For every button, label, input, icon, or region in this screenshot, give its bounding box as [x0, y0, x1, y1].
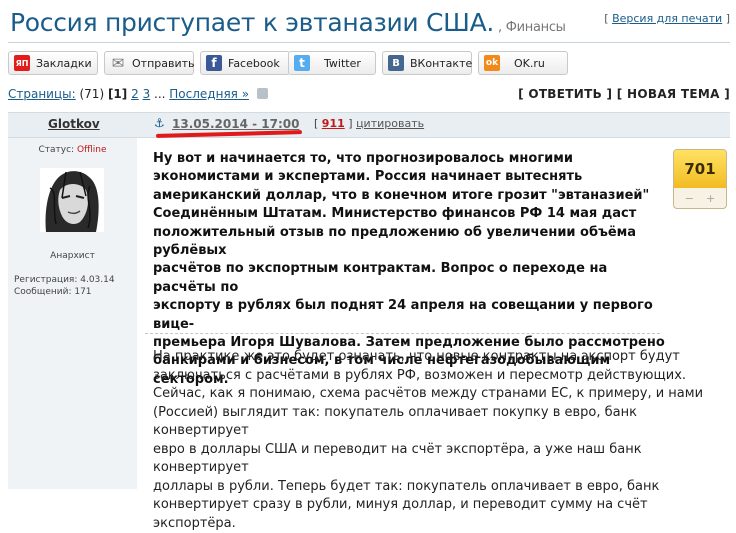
page-header: Россия приступает к эвтаназии США., Фина… [8, 2, 730, 42]
current-page: [1] [107, 87, 128, 101]
odnoklassniki-icon: ok [484, 55, 500, 71]
topic-title: Россия приступает к эвтаназии США. [10, 8, 495, 37]
author-sidebar: Статус: Offline Анархист Регистрация: 4.… [8, 138, 137, 489]
print-version: [ Версия для печати ] [604, 12, 730, 25]
post-line: (Россией) выглядит так: покупатель оплач… [153, 404, 637, 439]
post-line: экономистами и экспертами. Россия начина… [153, 169, 583, 185]
post-number-link[interactable]: 911 [322, 117, 345, 130]
post-author[interactable]: Glotkov [48, 117, 100, 131]
last-page-link[interactable]: Последняя » [169, 87, 249, 101]
reply-button[interactable]: [ ОТВЕТИТЬ ] [518, 87, 612, 101]
author-messages: Сообщений: 171 [14, 287, 92, 297]
post-line: доллары в рубли. Теперь будет так: покуп… [153, 478, 660, 494]
twitter-button[interactable]: t Twitter [288, 51, 376, 75]
post-line: Ну вот и начинается то, что прогнозирова… [153, 151, 573, 166]
status-value: Offline [76, 145, 107, 155]
post-divider [145, 333, 660, 334]
pages-count: (71) [75, 87, 108, 101]
new-topic-button[interactable]: [ НОВАЯ ТЕМА ] [617, 87, 730, 101]
post-line: заключаться с расчётами в рублях РФ, воз… [153, 367, 687, 383]
topic-actions: [ ОТВЕТИТЬ ] [ НОВАЯ ТЕМА ] [518, 87, 730, 101]
post-links: [ 911 ] цитировать [314, 117, 424, 130]
facebook-icon: f [206, 55, 222, 71]
author-rank: Анархист [50, 251, 95, 261]
post-paragraph: На практике же это будет означать, что н… [153, 348, 721, 533]
vkontakte-label: ВКонтакте [410, 56, 473, 70]
rating-controls: − + [674, 188, 726, 208]
post-line: американский доллар, что в конечном итог… [153, 187, 650, 203]
bookmarks-label: Закладки [36, 56, 92, 70]
author-registration: Регистрация: 4.03.14 [14, 275, 115, 285]
post-line: расчётов по экспортным контрактам. Вопро… [153, 261, 608, 295]
rating-value: 701 [674, 150, 726, 188]
status-label: Статус: [38, 145, 77, 155]
mail-icon: ✉ [111, 54, 125, 72]
pages-ellipsis: ... [150, 87, 170, 101]
vkontakte-icon: В [388, 55, 404, 71]
post-rating: 701 − + [673, 149, 727, 209]
page-2-link[interactable]: 2 [131, 87, 139, 101]
topic-category: , Финансы [498, 20, 566, 35]
post-header: Glotkov ⚓ 13.05.2014 - 17:00 [ 911 ] цит… [8, 112, 730, 138]
facebook-label: Facebook [228, 56, 280, 70]
red-underline-annotation [155, 130, 303, 138]
bookmarks-button[interactable]: ЯП Закладки [8, 51, 98, 75]
print-version-link[interactable]: Версия для печати [612, 12, 722, 25]
post-line: На практике же это будет означать, что н… [153, 349, 680, 364]
pagination-bar: Страницы: (71) [1] 2 3 ... Последняя » [… [8, 87, 730, 105]
anchor-icon[interactable]: ⚓ [154, 116, 165, 130]
pagination: Страницы: (71) [1] 2 3 ... Последняя » [8, 87, 268, 101]
send-label: Отправить [132, 56, 195, 70]
twitter-icon: t [294, 55, 310, 71]
print-prefix: [ [604, 12, 613, 25]
pages-link[interactable]: Страницы: [8, 87, 76, 101]
vkontakte-button[interactable]: В ВКонтакте [382, 51, 472, 75]
okru-button[interactable]: ok OK.ru [478, 51, 568, 75]
post-line: евро в доллары США и переводит на счёт э… [153, 441, 642, 476]
title-divider [8, 42, 730, 43]
post-line: экспорту в рублях был поднят 24 апреля н… [153, 298, 653, 332]
avatar[interactable] [40, 168, 104, 232]
page-title: Россия приступает к эвтаназии США., Фина… [10, 8, 566, 37]
cite-link[interactable]: цитировать [356, 117, 424, 130]
post-line: Соединённым Штатам. Министерство финансо… [153, 206, 637, 222]
post-line: Сейчас, как я понимаю, схема расчётов ме… [153, 386, 704, 401]
author-status: Статус: Offline [8, 145, 137, 155]
yandex-bookmarks-icon: ЯП [14, 55, 30, 71]
rating-minus-button[interactable]: − [685, 192, 694, 205]
post-links-separator: ] [344, 117, 357, 130]
jump-icon[interactable] [256, 88, 268, 99]
author-stats: Регистрация: 4.03.14 Сообщений: 171 [14, 274, 115, 298]
send-button[interactable]: ✉ Отправить [104, 51, 195, 75]
okru-label: OK.ru [514, 56, 545, 70]
rating-plus-button[interactable]: + [706, 192, 715, 205]
avatar-image [40, 168, 104, 232]
print-suffix: ] [722, 12, 730, 25]
post-date[interactable]: 13.05.2014 - 17:00 [172, 117, 299, 131]
post-links-prefix: [ [314, 117, 322, 130]
post-line: конвертирует сразу в рубли, минуя доллар… [153, 497, 648, 531]
facebook-button[interactable]: f Facebook [200, 51, 290, 75]
twitter-label: Twitter [324, 56, 361, 70]
post-line: положительный отзыв по предложению об ув… [153, 224, 637, 259]
